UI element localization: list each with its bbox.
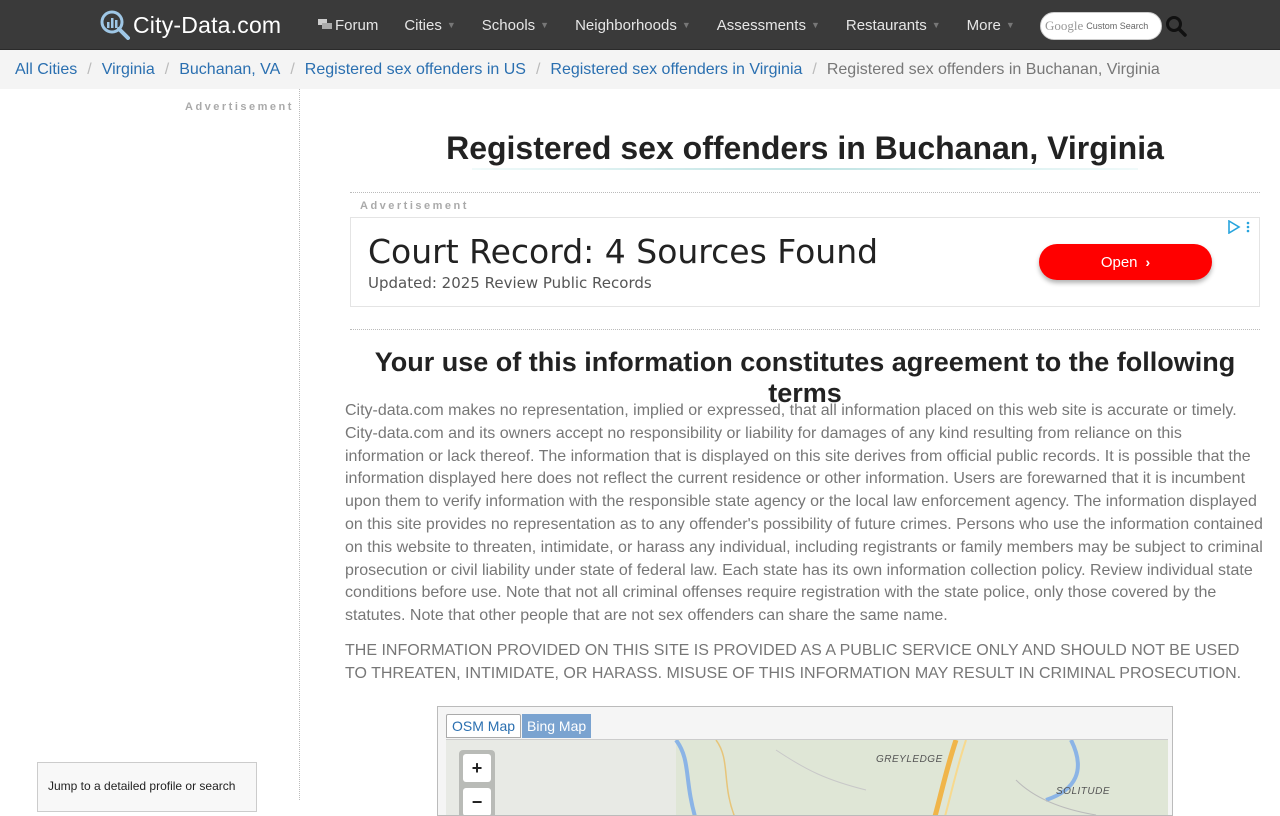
terms-warning: THE INFORMATION PROVIDED ON THIS SITE IS…: [345, 642, 1242, 682]
tab-osm-map[interactable]: OSM Map: [446, 714, 522, 738]
forum-icon: [318, 19, 332, 29]
breadcrumb-offenders-virginia[interactable]: Registered sex offenders in Virginia: [550, 61, 802, 79]
ad-open-label: Open: [1100, 253, 1138, 271]
search-icon[interactable]: [1164, 14, 1188, 38]
jump-to-profile-box[interactable]: Jump to a detailed profile or search: [37, 762, 257, 812]
breadcrumb-current: Registered sex offenders in Buchanan, Vi…: [826, 60, 1160, 78]
breadcrumb-separator: /: [87, 60, 92, 78]
nav-assessments[interactable]: Assessments ▼: [717, 17, 820, 34]
chevron-down-icon: ▼: [931, 20, 941, 30]
left-sidebar: Advertisement Jump to a detailed profile…: [0, 89, 300, 812]
ad-choices-icon[interactable]: [1227, 220, 1253, 234]
top-navbar: City-Data.com Forum Cities ▼ Schools ▼ Nei…: [0, 0, 1280, 50]
logo-magnifier-icon: [100, 10, 130, 40]
site-logo[interactable]: City-Data.com: [100, 9, 281, 41]
nav-more-label: More: [966, 16, 1001, 34]
breadcrumb-separator: /: [812, 60, 817, 78]
nav-forum[interactable]: Forum: [318, 17, 378, 34]
nav-restaurants[interactable]: Restaurants ▼: [846, 17, 941, 34]
google-wordmark: Google: [1045, 18, 1084, 33]
map-canvas[interactable]: GREYLEDGE SOLITUDE + −: [446, 739, 1168, 815]
breadcrumb-all-cities[interactable]: All Cities: [15, 61, 77, 79]
breadcrumb-offenders-us[interactable]: Registered sex offenders in US: [305, 61, 526, 79]
map-terrain: [674, 740, 1168, 815]
chevron-down-icon: ▼: [810, 20, 820, 30]
nav-cities-label: Cities: [404, 16, 442, 34]
title-underline: [472, 168, 1138, 170]
nav-cities[interactable]: Cities ▼: [404, 17, 455, 34]
site-logo-text: City-Data.com: [133, 11, 282, 38]
ad-headline[interactable]: Court Record: 4 Sources Found: [368, 232, 878, 271]
map-zoom-control: + −: [459, 750, 495, 815]
main-nav: Forum Cities ▼ Schools ▼ Neighborhoods ▼ As…: [318, 0, 1041, 50]
breadcrumb: All Cities / Virginia / Buchanan, VA / R…: [0, 50, 1280, 89]
sidebar-ad-label: Advertisement: [185, 101, 294, 113]
map-label-greyledge: GREYLEDGE: [876, 754, 943, 765]
tab-bing-map[interactable]: Bing Map: [522, 714, 592, 738]
ad-subtext: Updated: 2025 Review Public Records: [368, 274, 652, 292]
chevron-down-icon: ▼: [540, 20, 550, 30]
ad-banner: Advertisement Court Record: 4 Sources Fo…: [350, 192, 1260, 330]
ad-open-button[interactable]: Open ›: [1039, 244, 1212, 280]
nav-restaurants-label: Restaurants: [845, 16, 927, 34]
nav-schools[interactable]: Schools ▼: [482, 17, 549, 34]
breadcrumb-separator: /: [290, 60, 295, 78]
chevron-right-icon: ›: [1145, 254, 1151, 270]
nav-schools-label: Schools: [481, 16, 536, 34]
chevron-down-icon: ▼: [1005, 20, 1015, 30]
map-label-solitude: SOLITUDE: [1056, 786, 1111, 797]
nav-assessments-label: Assessments: [716, 16, 806, 34]
chevron-down-icon: ▼: [446, 20, 456, 30]
ad-label: Advertisement: [360, 200, 469, 212]
breadcrumb-virginia[interactable]: Virginia: [102, 61, 155, 79]
breadcrumb-buchanan[interactable]: Buchanan, VA: [179, 61, 280, 79]
chevron-down-icon: ▼: [681, 20, 691, 30]
terms-paragraph: City-data.com makes no representation, i…: [345, 402, 1263, 625]
zoom-out-button[interactable]: −: [463, 788, 491, 815]
google-search-input[interactable]: Google Custom Search: [1040, 12, 1162, 40]
nav-forum-label: Forum: [335, 16, 379, 34]
breadcrumb-separator: /: [535, 60, 541, 78]
page-title: Registered sex offenders in Buchanan, Vi…: [446, 130, 1164, 166]
custom-search-placeholder: Custom Search: [1086, 21, 1149, 31]
nav-neighborhoods[interactable]: Neighborhoods ▼: [575, 17, 691, 34]
nav-more[interactable]: More ▼: [967, 17, 1015, 34]
nav-neighborhoods-label: Neighborhoods: [575, 16, 677, 34]
breadcrumb-separator: /: [164, 60, 170, 78]
ad-box[interactable]: Court Record: 4 Sources Found Updated: 2…: [350, 217, 1260, 307]
zoom-in-button[interactable]: +: [463, 754, 491, 782]
